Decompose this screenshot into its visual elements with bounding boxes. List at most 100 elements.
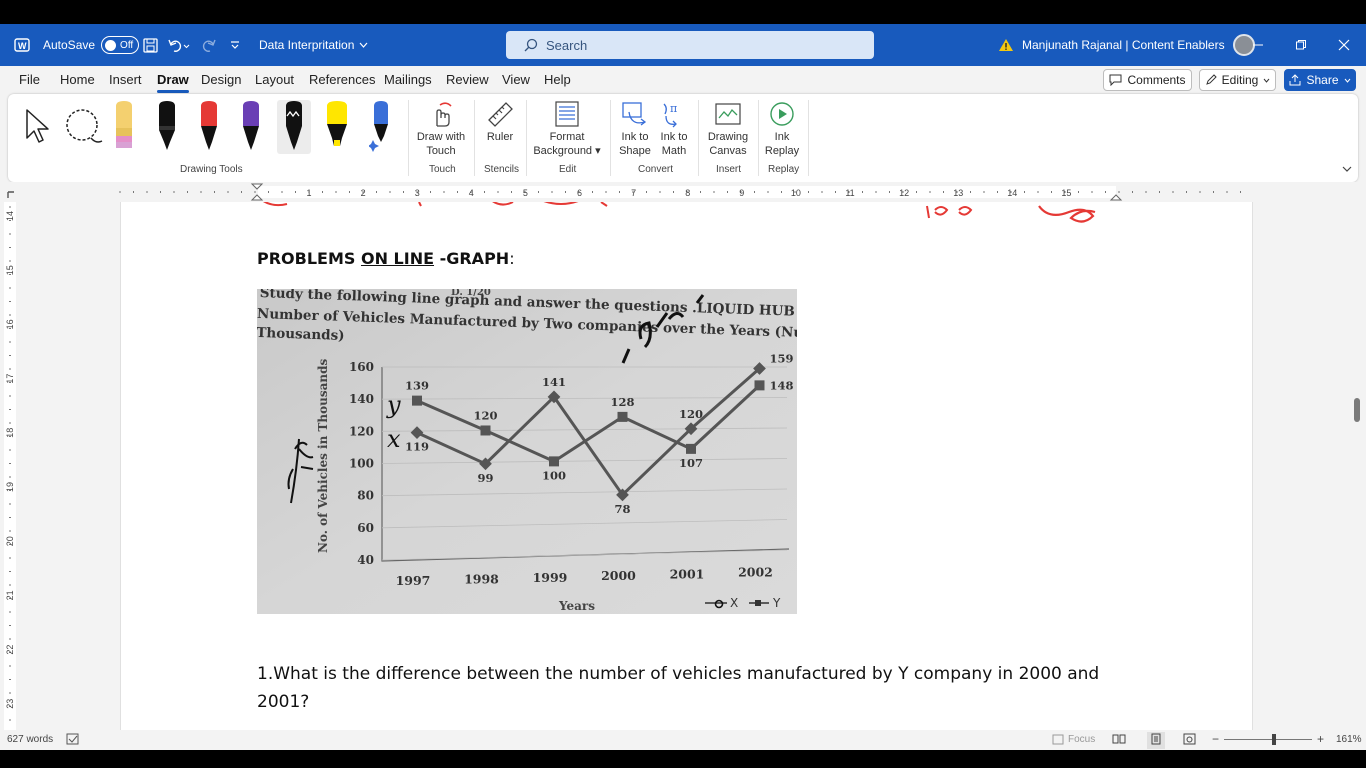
save-icon[interactable]: [143, 24, 158, 66]
pen-black-tool[interactable]: [150, 100, 184, 152]
x-tick-label: 1998: [464, 571, 499, 586]
horizontal-ruler[interactable]: 1 2 3 4 5 6 7 8 9 10 11 12 13 14 15: [0, 182, 1366, 202]
editing-label: Editing: [1221, 73, 1259, 87]
x-tick-label: 1997: [396, 573, 431, 588]
web-layout-icon[interactable]: [1183, 733, 1196, 748]
pen-black-selected-tool[interactable]: [277, 100, 311, 154]
ink-replay-button[interactable]: Ink Replay: [762, 100, 802, 158]
tab-home[interactable]: Home: [60, 72, 95, 87]
ink-annotation-top: [263, 202, 1096, 223]
read-mode-icon[interactable]: [1112, 733, 1126, 748]
autosave-label: AutoSave: [43, 38, 96, 52]
zoom-slider[interactable]: [1224, 739, 1312, 740]
editing-button[interactable]: Editing: [1199, 69, 1276, 91]
y-tick-label: 40: [357, 553, 374, 567]
search-placeholder: Search: [546, 37, 588, 53]
tab-insert[interactable]: Insert: [109, 72, 142, 87]
lasso-select-icon[interactable]: [63, 108, 105, 149]
highlighter-yellow-tool[interactable]: [320, 100, 354, 152]
tab-draw[interactable]: Draw: [157, 72, 189, 93]
tab-mailings[interactable]: Mailings: [384, 72, 432, 87]
autosave-toggle[interactable]: Off: [101, 36, 140, 54]
collapse-ribbon-icon[interactable]: [1342, 164, 1352, 176]
focus-icon: [1052, 734, 1064, 745]
pen-purple-tool[interactable]: [234, 100, 268, 152]
pen-red-tool[interactable]: [192, 100, 226, 152]
drawing-canvas-label-2: Canvas: [709, 145, 747, 157]
document-name[interactable]: Data Interpritation: [259, 24, 368, 66]
word-logo-icon: W: [14, 24, 30, 66]
minimize-icon[interactable]: [1252, 24, 1264, 66]
ruler-number: 14: [5, 211, 15, 221]
pencil-tool[interactable]: [107, 100, 141, 152]
svg-text:W: W: [18, 41, 27, 51]
customize-toolbar-icon[interactable]: [230, 24, 240, 66]
vertical-scrollbar[interactable]: [1354, 398, 1360, 422]
draw-with-touch-button[interactable]: Draw with Touch: [412, 100, 470, 158]
ruler-number: 12: [899, 188, 909, 198]
zoom-level[interactable]: 161%: [1336, 734, 1362, 745]
tab-help[interactable]: Help: [544, 72, 571, 87]
x-tick-label: 2000: [601, 568, 636, 583]
print-layout-icon[interactable]: [1147, 732, 1165, 749]
comments-button[interactable]: Comments: [1103, 69, 1192, 91]
ruler-number: 14: [1007, 188, 1017, 198]
ruler-number: 13: [953, 188, 963, 198]
data-label: 107: [679, 456, 703, 470]
ink-to-shape-button[interactable]: Ink to Shape: [616, 100, 654, 158]
undo-icon[interactable]: [168, 24, 190, 66]
data-point-y: [412, 395, 422, 406]
share-icon: [1289, 74, 1301, 86]
stencils-group-label: Stencils: [484, 164, 520, 175]
touch-group-label: Touch: [429, 164, 456, 175]
data-label: 100: [542, 468, 566, 482]
tab-references[interactable]: References: [309, 72, 375, 87]
tab-design[interactable]: Design: [201, 72, 241, 87]
y-tick-label: 140: [349, 392, 374, 406]
drawing-canvas-label-1: Drawing: [707, 131, 749, 143]
ink-to-math-label-2: Math: [661, 145, 687, 157]
tab-layout[interactable]: Layout: [255, 72, 294, 87]
user-name[interactable]: Manjunath Rajanal | Content Enablers: [1022, 38, 1225, 52]
word-window: W AutoSave Off Data Interpritation Searc…: [0, 24, 1366, 750]
data-point-y: [686, 443, 696, 454]
data-label: 159: [769, 352, 793, 366]
tab-file[interactable]: File: [19, 72, 40, 87]
handwritten-y: y: [386, 391, 401, 419]
vertical-ruler: 14 15 16 17 18 19 20 21 22 23: [0, 202, 20, 732]
ruler-label: Ruler: [486, 131, 514, 143]
redo-icon[interactable]: [201, 24, 217, 66]
data-label: 148: [769, 378, 793, 392]
select-objects-icon[interactable]: [24, 108, 50, 147]
ink-replay-label-2: Replay: [764, 145, 800, 157]
insert-group-label: Insert: [716, 164, 742, 175]
data-label: 78: [614, 502, 630, 516]
pen-galaxy-tool[interactable]: [363, 100, 397, 152]
tab-view[interactable]: View: [502, 72, 530, 87]
search-box[interactable]: Search: [506, 31, 874, 59]
zoom-slider-thumb[interactable]: [1272, 734, 1276, 745]
menu-bar: File Home Insert Draw Design Layout Refe…: [0, 66, 1366, 94]
share-button[interactable]: Share: [1284, 69, 1356, 91]
draw-with-touch-label-1: Draw with: [416, 131, 466, 143]
zoom-out-icon[interactable]: −: [1212, 732, 1219, 746]
ruler-number: 9: [739, 188, 744, 198]
data-label: 141: [542, 375, 566, 389]
warning-icon[interactable]: [998, 38, 1014, 52]
close-icon[interactable]: [1338, 24, 1350, 66]
focus-button[interactable]: Focus: [1052, 734, 1095, 745]
scanned-graph-image[interactable]: D. 1/20 Study the following line graph a…: [257, 289, 797, 614]
ruler-number: 6: [577, 188, 582, 198]
data-label: 139: [405, 379, 429, 393]
document-page[interactable]: PROBLEMS ON LINE -GRAPH: D. 1/20 Study t…: [120, 202, 1253, 732]
drawing-canvas-button[interactable]: Drawing Canvas: [704, 100, 752, 158]
tab-review[interactable]: Review: [446, 72, 489, 87]
restore-icon[interactable]: [1295, 24, 1307, 66]
data-point-y: [480, 425, 491, 436]
ruler-button[interactable]: Ruler: [480, 100, 520, 144]
zoom-in-icon[interactable]: +: [1317, 732, 1324, 746]
word-count[interactable]: 627 words: [7, 734, 53, 745]
ink-to-math-button[interactable]: π Ink to Math: [658, 100, 690, 158]
proofing-icon[interactable]: [66, 733, 80, 749]
format-background-button[interactable]: Format Background ▾: [530, 100, 604, 158]
